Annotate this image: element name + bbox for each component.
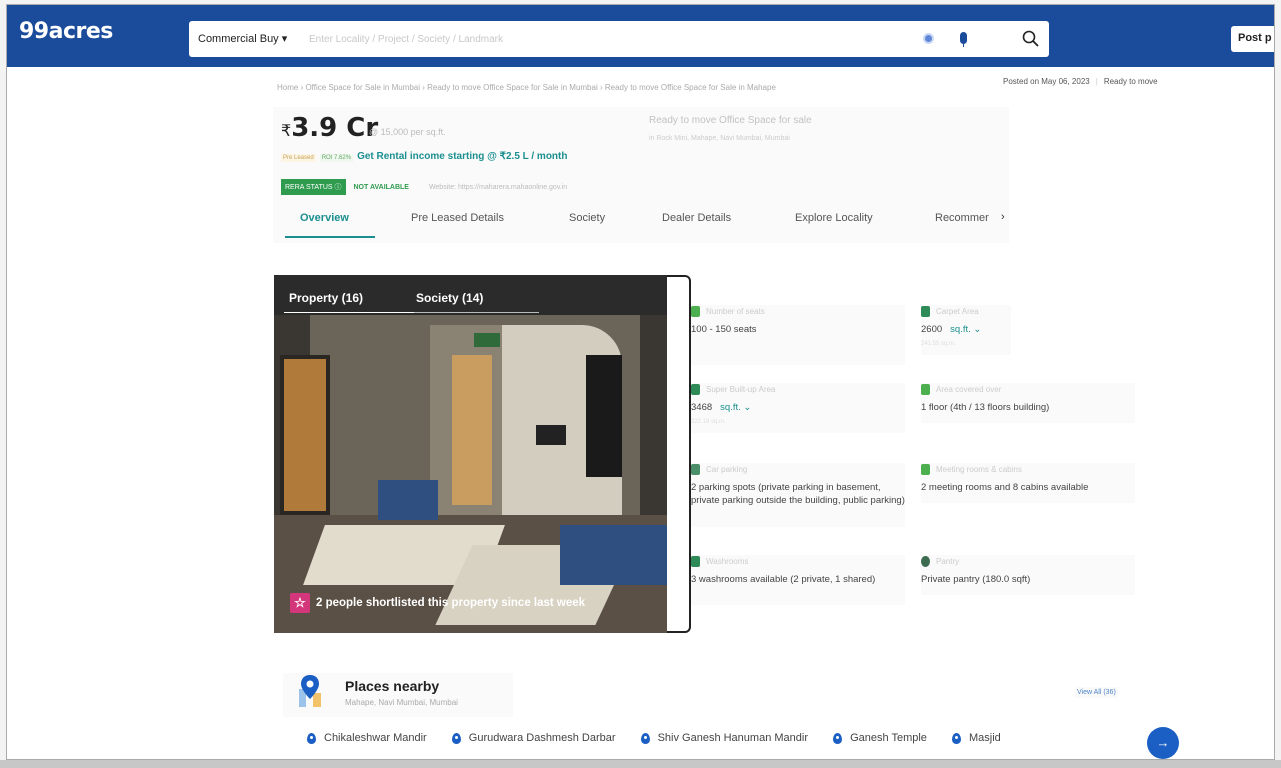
photo-gallery[interactable]: Property (16) Society (14) ☆ 2 people sh… [274, 275, 668, 633]
tab-society[interactable]: Society [569, 212, 605, 224]
rera-status-badge[interactable]: RERA STATUS ⓘ [281, 179, 346, 195]
info-icon: ⓘ [334, 184, 342, 191]
search-bar: Commercial Buy ▾ [189, 21, 1049, 57]
section-tabs: Overview Pre Leased Details Society Deal… [279, 203, 1019, 241]
price: ₹3.9 Cr [281, 113, 379, 143]
posted-date: Posted on May 06, 2023 [1003, 77, 1090, 86]
tab-explore-locality[interactable]: Explore Locality [795, 212, 873, 224]
roi-tag: ROI 7.62% [319, 154, 354, 162]
rera-status-value: NOT AVAILABLE [353, 184, 409, 191]
detail-pantry: Pantry Private pantry (180.0 sqft) [921, 555, 1135, 595]
gallery-tab-society[interactable]: Society (14) [416, 291, 483, 305]
location-pin-icon [833, 732, 843, 744]
top-nav-bar: 99acres Commercial Buy ▾ Post p [7, 5, 1274, 67]
detail-parking: Car parking 2 parking spots (private par… [691, 463, 905, 527]
detail-carpet-area: Carpet Area 2600 sq.ft. ⌄ 241.55 sq.m. [921, 305, 1011, 355]
places-subtitle: Mahape, Navi Mumbai, Mumbai [345, 698, 458, 707]
location-pin-icon [640, 732, 650, 744]
shortlist-banner: ☆ 2 people shortlisted this property sin… [290, 593, 585, 613]
washroom-icon [691, 556, 700, 568]
tag-row: Pre Leased ROI 7.62% Get Rental income sta… [281, 151, 567, 162]
rental-income-text: Get Rental income starting @ ₹2.5 L / mo… [357, 151, 568, 162]
gallery-bracket [667, 275, 691, 633]
detail-super-builtup: Super Built-up Area 3468 sq.ft. ⌄ 322.19 … [691, 383, 905, 433]
floor-icon [921, 384, 930, 396]
tab-overview[interactable]: Overview [300, 212, 349, 224]
car-icon [691, 464, 700, 476]
tab-dealer-details[interactable]: Dealer Details [662, 212, 731, 224]
gallery-tab-property-underline [284, 312, 414, 313]
map-pin-icon [299, 675, 321, 707]
location-icon[interactable] [923, 33, 934, 44]
price-per-sqft: @ 15,000 per sq.ft. [369, 127, 446, 137]
location-pin-icon [451, 732, 461, 744]
area-icon [921, 306, 930, 318]
place-chip[interactable]: Ganesh Temple [833, 732, 927, 744]
location-pin-icon [951, 732, 961, 744]
site-logo[interactable]: 99acres [19, 19, 113, 44]
place-chip[interactable]: Shiv Ganesh Hanuman Mandir [640, 732, 808, 744]
listing-location: in Rock Mini, Mahape, Navi Mumbai, Mumba… [649, 135, 790, 142]
possession-status: Ready to move [1103, 77, 1158, 86]
listing-title: Ready to move Office Space for sale [649, 115, 812, 126]
search-icon[interactable] [1021, 29, 1041, 49]
active-tab-indicator [285, 236, 375, 238]
places-header: Places nearby Mahape, Navi Mumbai, Mumba… [283, 673, 513, 717]
preleased-tag: Pre Leased [281, 154, 316, 162]
microphone-icon[interactable] [960, 32, 967, 47]
builtup-unit-dropdown[interactable]: sq.ft. ⌄ [720, 402, 751, 413]
location-pin-icon [307, 732, 316, 744]
carpet-unit-dropdown[interactable]: sq.ft. ⌄ [950, 324, 981, 335]
search-category-dropdown[interactable]: Commercial Buy ▾ [198, 32, 287, 45]
posted-meta: Posted on May 06, 2023 | Ready to move [1003, 77, 1158, 86]
builtup-icon [691, 384, 700, 396]
places-list: Chikaleshwar Mandir Gurudwara Dashmesh D… [307, 732, 1023, 747]
detail-seats: Number of seats 100 - 150 seats [691, 305, 905, 365]
tabs-next-arrow[interactable]: › [1001, 211, 1005, 223]
property-details: Number of seats 100 - 150 seats Carpet A… [691, 295, 1135, 605]
places-nearby: Places nearby Mahape, Navi Mumbai, Mumba… [283, 673, 1179, 759]
place-chip[interactable]: Chikaleshwar Mandir [307, 732, 427, 744]
tab-pre-leased-details[interactable]: Pre Leased Details [411, 212, 504, 224]
post-property-button[interactable]: Post p [1231, 26, 1274, 52]
rera-row: RERA STATUS ⓘ NOT AVAILABLE Website: htt… [281, 179, 567, 195]
shortlist-text: 2 people shortlisted this property since… [316, 597, 586, 609]
rera-website[interactable]: Website: https://maharera.mahaonline.gov… [429, 184, 567, 191]
star-icon[interactable]: ☆ [290, 593, 310, 613]
taskbar-strip [0, 760, 1281, 768]
pantry-icon [921, 556, 930, 568]
page-frame: 99acres Commercial Buy ▾ Post p Home › O… [6, 4, 1275, 760]
meeting-icon [921, 464, 930, 476]
office-photo[interactable] [274, 315, 668, 633]
search-input[interactable] [309, 29, 869, 49]
detail-meeting-rooms: Meeting rooms & cabins 2 meeting rooms a… [921, 463, 1135, 503]
detail-floor: Area covered over 1 floor (4th / 13 floo… [921, 383, 1135, 423]
places-next-button[interactable]: → [1147, 727, 1179, 759]
gallery-tab-property[interactable]: Property (16) [289, 291, 363, 305]
place-chip[interactable]: Gurudwara Dashmesh Darbar [451, 732, 616, 744]
seat-icon [691, 306, 700, 318]
places-title: Places nearby [345, 678, 440, 694]
view-all-link[interactable]: View All (36) [1075, 687, 1118, 698]
breadcrumb[interactable]: Home › Office Space for Sale in Mumbai ›… [277, 83, 776, 92]
place-chip[interactable]: Masjid [951, 732, 1001, 744]
gallery-tab-society-underline [414, 312, 539, 313]
tab-recommendations[interactable]: Recommer [935, 212, 989, 224]
detail-washrooms: Washrooms 3 washrooms available (2 priva… [691, 555, 905, 605]
